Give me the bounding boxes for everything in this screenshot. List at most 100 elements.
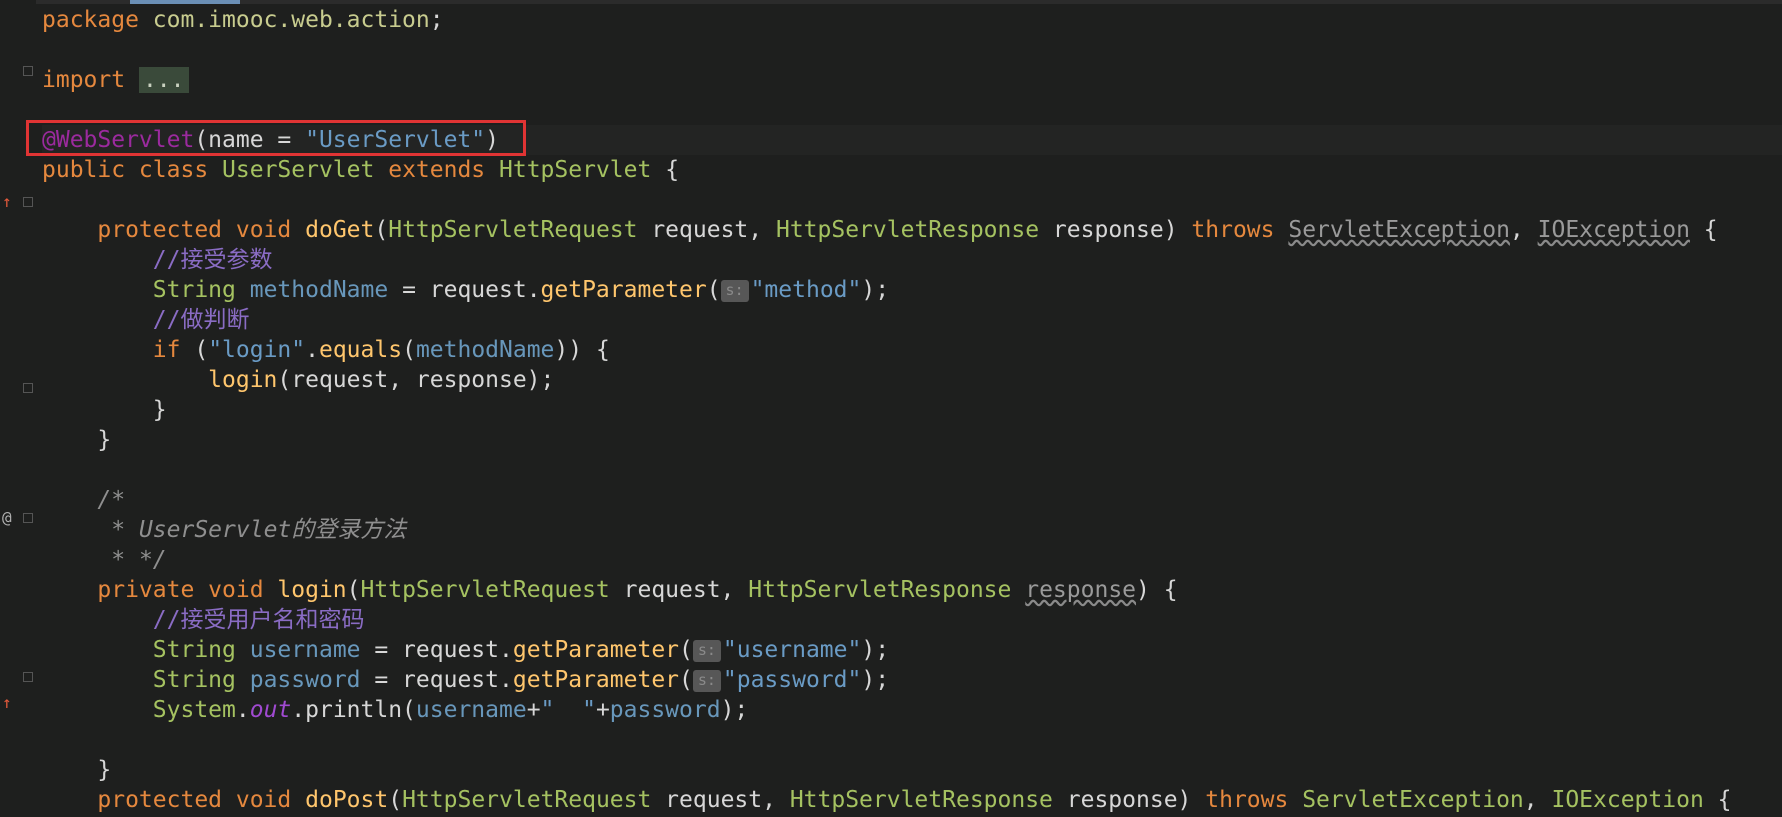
- code-line[interactable]: package com.imooc.web.action;: [42, 5, 1782, 35]
- override-up-icon[interactable]: ↑: [2, 192, 12, 211]
- code-token: }: [42, 397, 167, 423]
- code-line[interactable]: if ("login".equals(methodName)) {: [42, 335, 1782, 365]
- fold-icon[interactable]: [23, 672, 33, 682]
- code-token: response): [1039, 217, 1192, 243]
- code-line[interactable]: [42, 725, 1782, 755]
- code-token: = request.: [388, 277, 541, 303]
- override-up-icon[interactable]: ↑: [2, 693, 12, 712]
- code-token: out: [249, 697, 292, 723]
- at-icon[interactable]: @: [2, 508, 12, 527]
- code-token: password: [249, 667, 361, 693]
- code-line[interactable]: /*: [42, 485, 1782, 515]
- code-line[interactable]: * UserServlet的登录方法: [42, 515, 1782, 545]
- fold-icon[interactable]: [23, 383, 33, 393]
- code-line[interactable]: String password = request.getParameter(s…: [42, 665, 1782, 695]
- code-token: (: [706, 277, 721, 303]
- code-token: /*: [97, 487, 126, 513]
- code-token: IOException: [1537, 217, 1690, 243]
- folded-imports[interactable]: ...: [138, 67, 189, 93]
- code-line[interactable]: public class UserServlet extends HttpSer…: [42, 155, 1782, 185]
- code-line[interactable]: * */: [42, 545, 1782, 575]
- code-token: response): [1052, 787, 1206, 813]
- code-token: ServletException: [1302, 787, 1524, 813]
- code-token: throws: [1191, 217, 1275, 243]
- code-token: getParameter: [512, 667, 680, 693]
- code-line[interactable]: String username = request.getParameter(s…: [42, 635, 1782, 665]
- code-line[interactable]: }: [42, 395, 1782, 425]
- code-token: (: [374, 217, 389, 243]
- code-token: UserServlet: [222, 157, 375, 183]
- fold-icon[interactable]: [23, 513, 33, 523]
- code-line[interactable]: [42, 35, 1782, 65]
- code-token: (: [346, 577, 361, 603]
- code-line[interactable]: }: [42, 425, 1782, 455]
- code-line[interactable]: //做判断: [42, 305, 1782, 335]
- code-line[interactable]: String methodName = request.getParameter…: [42, 275, 1782, 305]
- code-token: String: [152, 637, 236, 663]
- code-token: HttpServlet: [499, 157, 652, 183]
- code-token: package: [42, 7, 139, 33]
- code-token: ;: [429, 7, 444, 33]
- code-token: getParameter: [540, 277, 707, 303]
- code-token: login: [208, 367, 278, 393]
- code-line[interactable]: }: [42, 755, 1782, 785]
- code-line[interactable]: //接受参数: [42, 245, 1782, 275]
- code-token: doGet: [305, 217, 375, 243]
- code-token: }: [42, 427, 112, 453]
- code-line[interactable]: [42, 185, 1782, 215]
- code-line[interactable]: System.out.println(username+" "+password…: [42, 695, 1782, 725]
- code-token: "method": [750, 277, 862, 303]
- code-token: (request, response);: [277, 367, 555, 393]
- editor-tab-strip: [0, 0, 1782, 4]
- code-token: response: [1025, 577, 1137, 603]
- code-token: password: [609, 697, 721, 723]
- active-tab-indicator[interactable]: [130, 0, 240, 4]
- code-token: request,: [651, 787, 790, 813]
- code-token: {: [1689, 217, 1718, 243]
- code-token: * UserServlet的登录方法: [111, 517, 407, 543]
- code-line[interactable]: protected void doGet(HttpServletRequest …: [42, 215, 1782, 245]
- code-line[interactable]: //接受用户名和密码: [42, 605, 1782, 635]
- code-line[interactable]: protected void doPost(HttpServletRequest…: [42, 785, 1782, 815]
- code-token: "login": [208, 337, 306, 363]
- code-token: protected void: [97, 217, 292, 243]
- code-token: methodName: [415, 337, 555, 363]
- code-token: String: [152, 277, 236, 303]
- code-token: );: [861, 277, 890, 303]
- annotation-highlight-box: [26, 120, 526, 156]
- code-line[interactable]: login(request, response);: [42, 365, 1782, 395]
- code-token: throws: [1205, 787, 1289, 813]
- code-token: );: [861, 637, 890, 663]
- fold-icon[interactable]: [23, 66, 33, 76]
- code-token: if: [152, 337, 181, 363]
- code-line[interactable]: import ...: [42, 65, 1782, 95]
- code-line[interactable]: private void login(HttpServletRequest re…: [42, 575, 1782, 605]
- parameter-hint: s:: [720, 279, 749, 302]
- code-token: "password": [722, 667, 862, 693]
- code-token: (: [402, 337, 416, 363]
- code-token: import: [42, 67, 126, 93]
- code-token: equals: [318, 337, 403, 363]
- code-token: = request.: [360, 637, 513, 663]
- code-token: login: [277, 577, 347, 603]
- fold-icon[interactable]: [23, 197, 33, 207]
- code-token: username: [249, 637, 361, 663]
- code-token: request,: [637, 217, 776, 243]
- code-line[interactable]: [42, 455, 1782, 485]
